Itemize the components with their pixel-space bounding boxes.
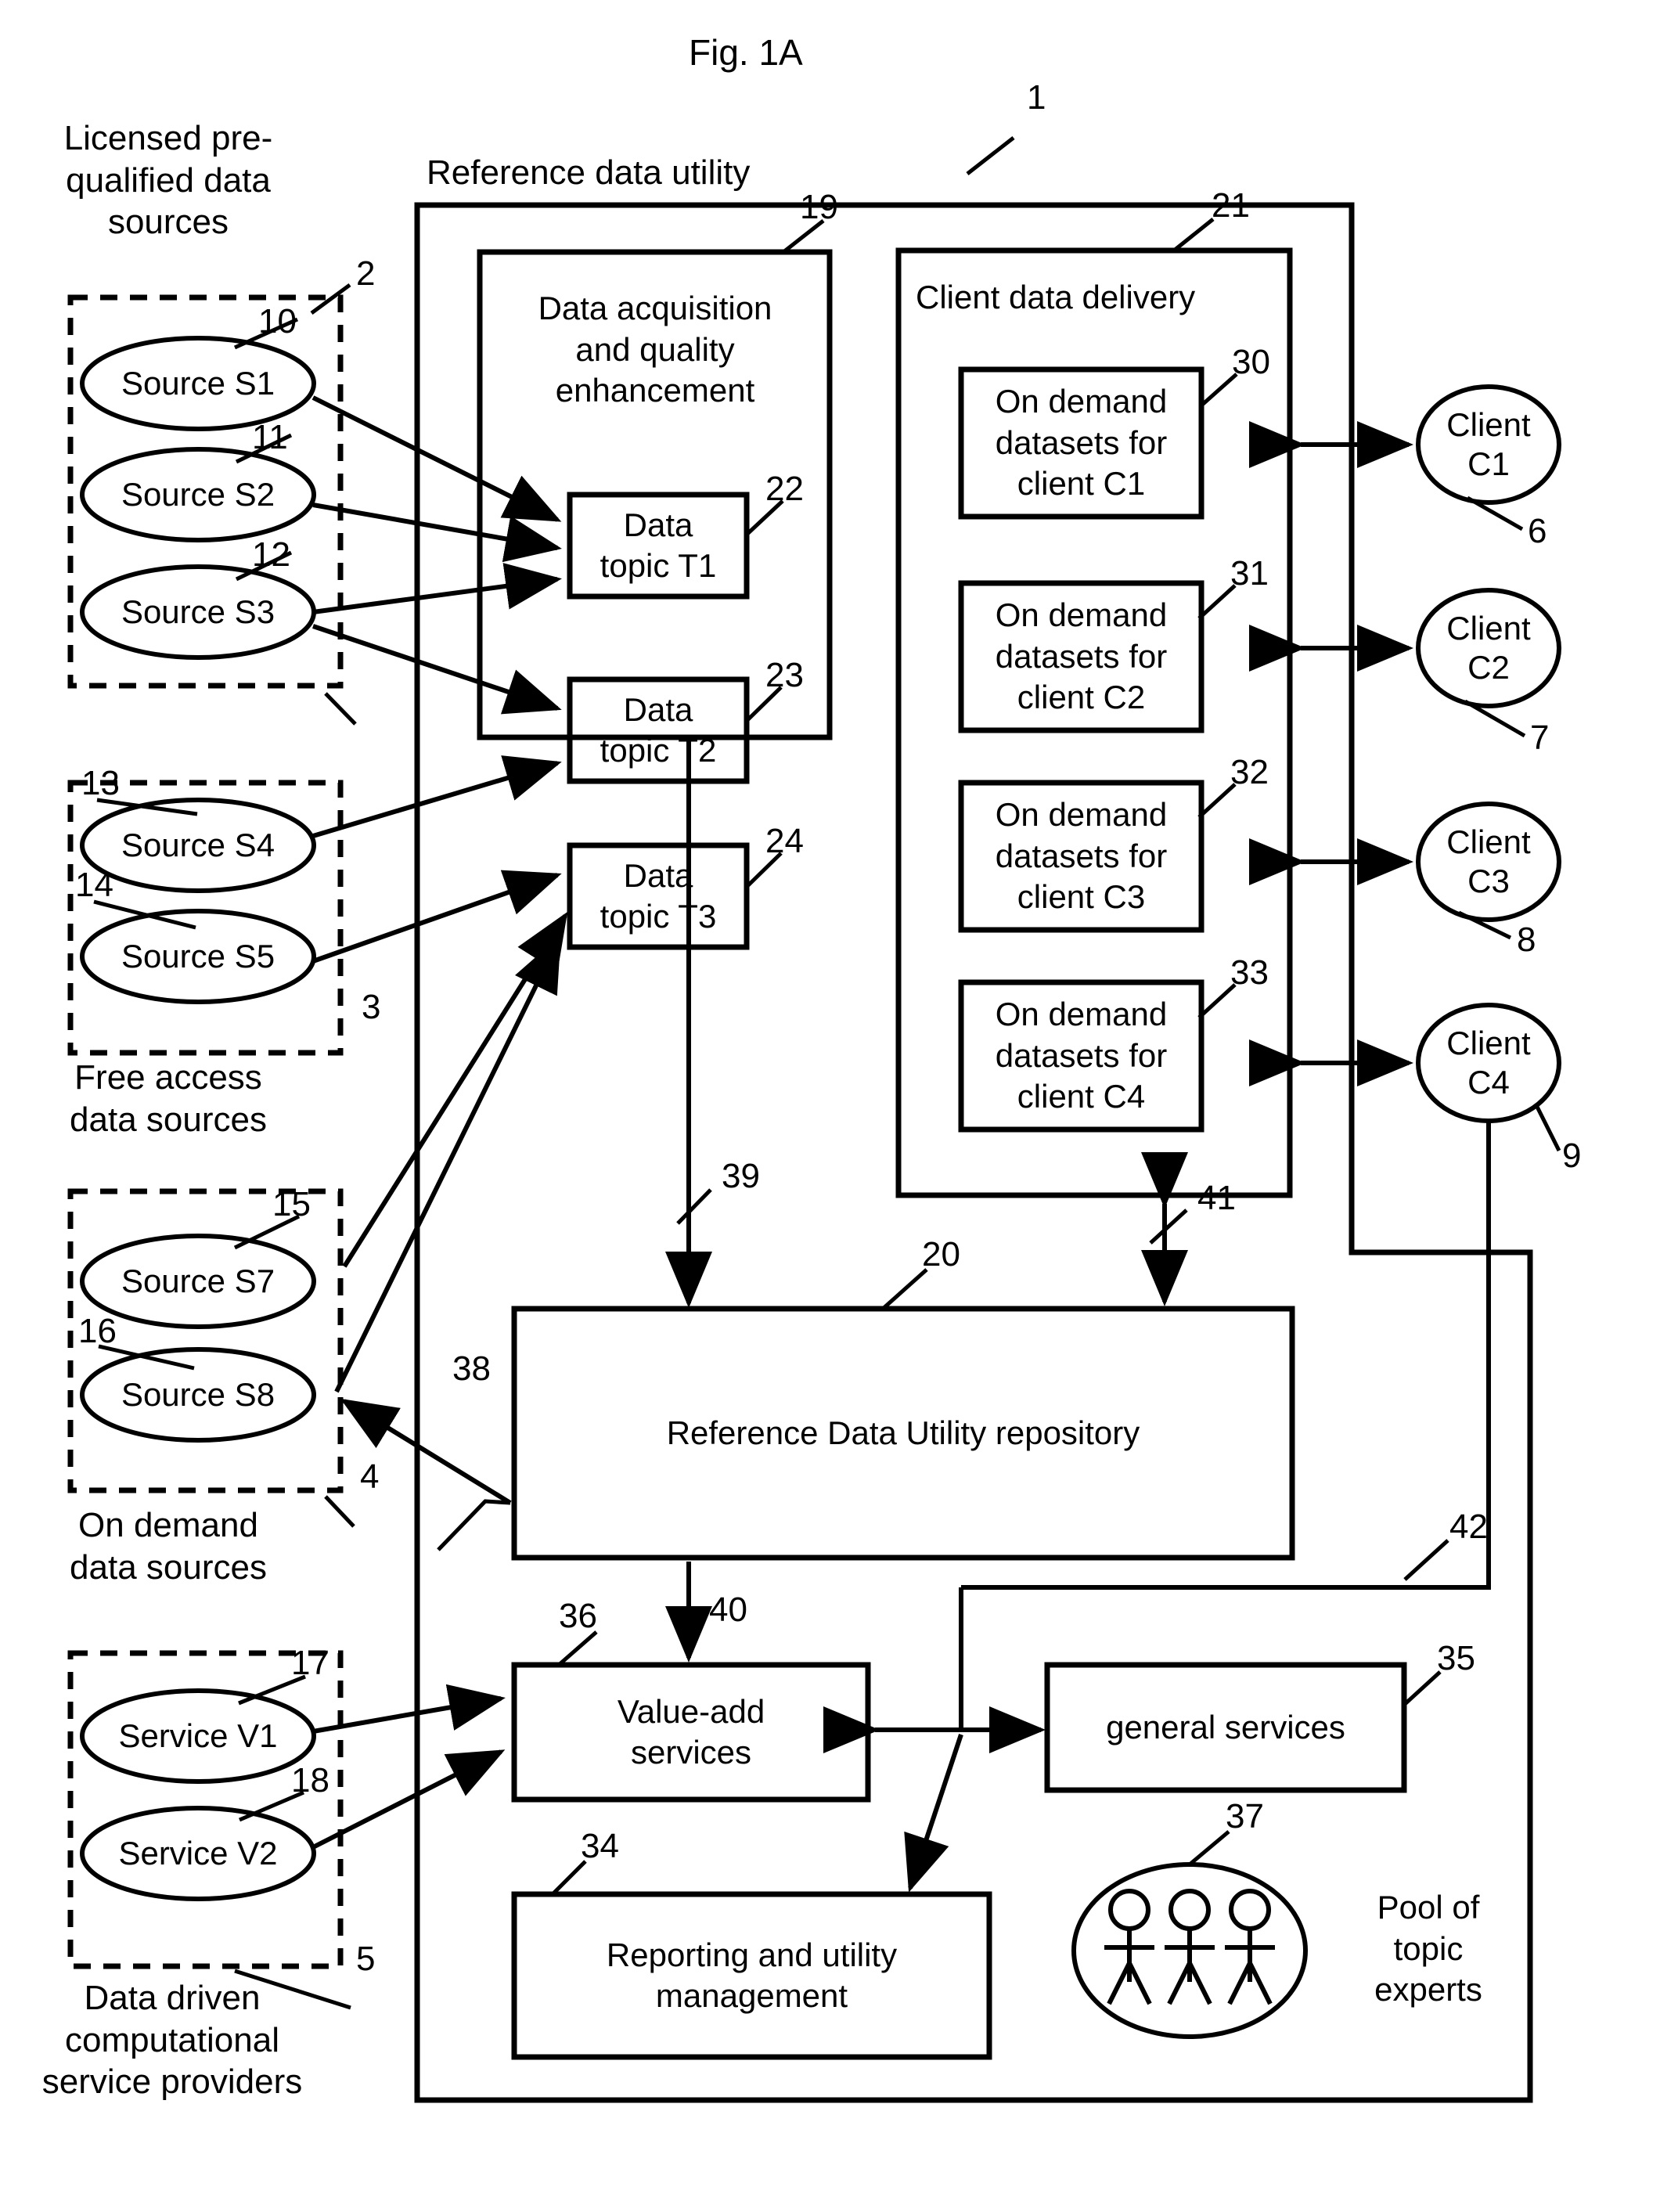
ref-15: 15 <box>272 1185 311 1223</box>
ref-5: 5 <box>356 1940 376 1978</box>
ref-42: 42 <box>1449 1508 1488 1546</box>
data-topic-t3-label[interactable]: Data topic T3 <box>570 845 747 947</box>
general-services-label[interactable]: general services <box>1047 1665 1404 1790</box>
arrow-s5-t3 <box>312 870 562 964</box>
source-s4[interactable]: Source S4 <box>82 806 314 884</box>
source-s5[interactable]: Source S5 <box>82 917 314 996</box>
arrow-s2-t1 <box>312 503 562 563</box>
client-c3-label: Client C3 <box>1446 823 1531 899</box>
service-v1[interactable]: Service V1 <box>82 1697 314 1775</box>
group-caption-on-demand: On demand data sources <box>70 1506 267 1587</box>
ref-4: 4 <box>360 1457 380 1496</box>
stick-figures <box>1104 1889 1275 2005</box>
group-caption-providers: Data driven computational service provid… <box>41 1979 303 2102</box>
repository-label[interactable]: Reference Data Utility repository <box>514 1309 1292 1558</box>
ref-33: 33 <box>1230 953 1269 992</box>
ref-36: 36 <box>559 1597 597 1635</box>
source-s5-label: Source S5 <box>121 938 275 975</box>
arrow-bus-to-reporting <box>904 1734 963 1893</box>
client-c4-label: Client C4 <box>1446 1025 1531 1101</box>
ref-14: 14 <box>75 866 113 904</box>
service-v1-label: Service V1 <box>118 1717 278 1755</box>
ref-32: 32 <box>1230 753 1269 791</box>
ref-1: 1 <box>1027 78 1046 117</box>
ref-16: 16 <box>78 1312 117 1350</box>
ref-21: 21 <box>1212 186 1250 225</box>
group-caption-free: Free access data sources <box>70 1058 267 1139</box>
dataset-c2-label[interactable]: On demand datasets for client C2 <box>961 583 1201 730</box>
ref-13: 13 <box>81 764 120 802</box>
service-v2-label: Service V2 <box>118 1835 278 1872</box>
source-s3[interactable]: Source S3 <box>82 573 314 651</box>
dataset-c3-label[interactable]: On demand datasets for client C3 <box>961 783 1201 930</box>
source-s7[interactable]: Source S7 <box>82 1242 314 1320</box>
ref-18: 18 <box>291 1761 329 1800</box>
ref-40: 40 <box>709 1591 747 1629</box>
source-s4-label: Source S4 <box>121 827 275 864</box>
reporting-label[interactable]: Reporting and utility management <box>514 1894 989 2057</box>
arrow-s7-t3 <box>342 911 568 1268</box>
source-s3-label: Source S3 <box>121 593 275 631</box>
source-s1[interactable]: Source S1 <box>82 344 314 423</box>
ref-39: 39 <box>722 1157 760 1195</box>
ref-9: 9 <box>1562 1137 1582 1175</box>
ref-35: 35 <box>1437 1639 1475 1677</box>
ref-31: 31 <box>1230 554 1269 593</box>
ref-6: 6 <box>1528 512 1547 550</box>
ref-38: 38 <box>452 1349 491 1388</box>
ref-41: 41 <box>1197 1179 1236 1217</box>
arrow-s4-t2 <box>312 755 562 838</box>
ref-37: 37 <box>1226 1797 1264 1836</box>
arrow-s3-t2 <box>312 624 562 715</box>
ref-7: 7 <box>1530 719 1550 757</box>
main-title: Reference data utility <box>427 153 751 192</box>
source-s2-label: Source S2 <box>121 476 275 513</box>
client-c1[interactable]: Client C1 <box>1418 387 1559 503</box>
ref-11: 11 <box>252 418 288 456</box>
pool-of-experts-label: Pool of topic experts <box>1374 1889 1482 2008</box>
source-s1-label: Source S1 <box>121 365 275 402</box>
source-to-topic-arrows <box>311 395 568 1393</box>
ref-22: 22 <box>765 470 804 508</box>
client-data-delivery-title: Client data delivery <box>916 278 1196 315</box>
patent-figure-canvas: Fig. 1A Reference data utility Licensed … <box>0 0 1678 2212</box>
client-c2[interactable]: Client C2 <box>1418 590 1559 706</box>
data-acquisition-title: Data acquisition and quality enhancement <box>538 290 772 409</box>
delivery-client-arrows <box>1249 421 1413 1086</box>
ref-20: 20 <box>922 1235 960 1274</box>
ref-24: 24 <box>765 822 804 860</box>
arrow-s3-t1 <box>312 563 562 614</box>
client-c4[interactable]: Client C4 <box>1418 1005 1559 1121</box>
dataset-c1-label[interactable]: On demand datasets for client C1 <box>961 369 1201 517</box>
client-c1-label: Client C1 <box>1446 406 1531 482</box>
dataset-c4-label[interactable]: On demand datasets for client C4 <box>961 982 1201 1129</box>
group-caption-licensed: Licensed pre- qualified data sources <box>63 119 273 242</box>
ref-23: 23 <box>765 656 804 694</box>
value-add-label[interactable]: Value-add services <box>514 1665 868 1800</box>
data-topic-t1-label[interactable]: Data topic T1 <box>570 495 747 596</box>
source-s7-label: Source S7 <box>121 1263 275 1300</box>
ref-34: 34 <box>581 1827 619 1865</box>
ref-2: 2 <box>356 254 376 293</box>
ref-17: 17 <box>291 1644 329 1682</box>
source-s8[interactable]: Source S8 <box>82 1356 314 1434</box>
source-s2[interactable]: Source S2 <box>82 456 314 534</box>
data-topic-t2-label[interactable]: Data topic T2 <box>570 679 747 781</box>
ref-19: 19 <box>800 188 838 226</box>
client-c2-label: Client C2 <box>1446 610 1531 686</box>
ref-30: 30 <box>1232 343 1270 381</box>
ref-12: 12 <box>252 535 290 574</box>
service-v2[interactable]: Service V2 <box>82 1814 314 1893</box>
ref-3: 3 <box>362 988 381 1026</box>
source-s8-label: Source S8 <box>121 1376 275 1414</box>
ref-8: 8 <box>1517 920 1536 959</box>
ref-10: 10 <box>258 302 297 340</box>
figure-title: Fig. 1A <box>689 32 803 73</box>
client-c3[interactable]: Client C3 <box>1418 804 1559 920</box>
